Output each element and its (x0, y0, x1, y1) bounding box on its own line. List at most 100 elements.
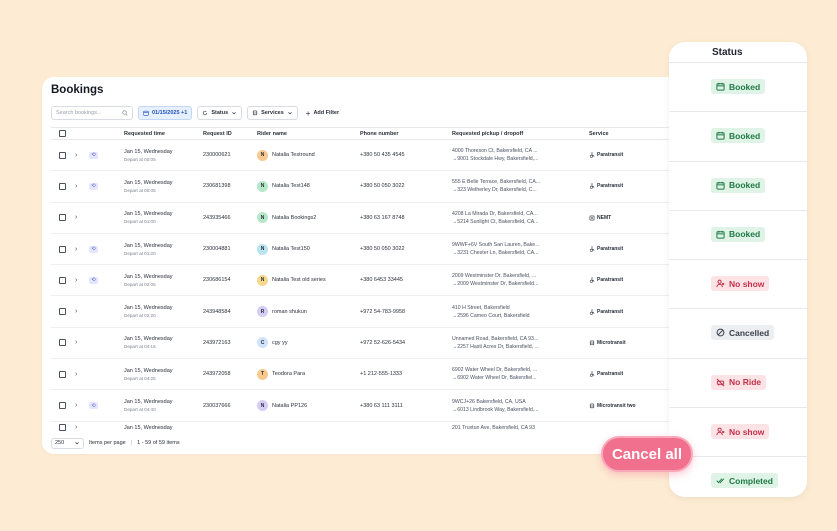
items-per-page-select[interactable]: 250 (51, 437, 84, 449)
phone-number: +972 52-626-5434 (360, 339, 406, 346)
phone-number: +380 6453 33445 (360, 277, 403, 284)
date-filter[interactable]: 01/15/2025 +1 (138, 106, 193, 120)
table-row[interactable]: › ⟲ Jan 15, Wednesday Depart at 04:40 23… (51, 390, 692, 422)
row-checkbox[interactable] (59, 276, 66, 284)
cancel-icon (716, 328, 725, 337)
search-input[interactable]: Search bookings... (51, 106, 133, 120)
recurring-icon: ⟲ (89, 276, 98, 284)
pickup-address: 410 H Street, Bakersfield (452, 304, 510, 311)
requested-date: Jan 15, Wednesday (124, 305, 173, 312)
expand-chevron-icon[interactable]: › (75, 371, 77, 378)
request-id[interactable]: 230000621 (203, 152, 231, 158)
status-badge[interactable]: No Ride (711, 374, 767, 390)
column-rider-name[interactable]: Rider name (257, 131, 287, 137)
user-x-icon (716, 279, 725, 288)
row-checkbox[interactable] (59, 182, 66, 190)
rider-name[interactable]: Teodora Para (272, 371, 305, 377)
expand-chevron-icon[interactable]: › (75, 246, 77, 253)
table-row[interactable]: › ⟲ Jan 15, Wednesday Depart at 00:05 23… (51, 140, 692, 172)
status-badge[interactable]: No show (711, 276, 770, 292)
expand-chevron-icon[interactable]: › (75, 183, 77, 190)
request-id[interactable]: 230004881 (203, 246, 231, 252)
rider-name[interactable]: Natalia Bookings2 (272, 215, 316, 221)
status-badge[interactable]: Cancelled (711, 325, 775, 341)
status-badge[interactable]: Booked (711, 128, 766, 144)
table-row[interactable]: › ⟲ Jan 15, Wednesday Depart at 02:05 23… (51, 265, 692, 297)
cancel-all-button[interactable]: Cancel all (601, 436, 693, 472)
expand-chevron-icon[interactable]: › (75, 402, 77, 409)
status-badge-label: No show (729, 426, 765, 437)
services-filter-label: Services (261, 110, 284, 116)
request-id[interactable]: 243935466 (203, 215, 231, 221)
rider-name[interactable]: Natalia Testround (272, 152, 315, 158)
dropoff-address: →2596 Cameo Court, Bakersfield (452, 312, 530, 319)
dropoff-address-text: 5214 Sunlight Ct, Bakersfield, CA... (457, 218, 539, 225)
service-name: Paratransit (597, 152, 624, 159)
pickup-address: 9WWF+6V South San Lauren, Bake... (452, 242, 540, 249)
expand-chevron-icon[interactable]: › (75, 152, 77, 159)
row-checkbox[interactable] (59, 245, 66, 253)
status-badge[interactable]: Completed (711, 473, 778, 489)
request-id[interactable]: 230037666 (203, 403, 231, 409)
expand-chevron-icon[interactable]: › (75, 214, 77, 221)
rider-name[interactable]: Natalia PP126 (272, 403, 307, 409)
row-checkbox[interactable] (59, 308, 66, 316)
column-request-id[interactable]: Request ID (203, 131, 232, 137)
rider-name[interactable]: cgy yy (272, 340, 288, 346)
select-all-checkbox[interactable] (59, 130, 66, 137)
phone-number: +380 63 167 8748 (360, 214, 405, 221)
expand-chevron-icon[interactable]: › (75, 339, 77, 346)
wheelchair-icon (589, 152, 595, 158)
row-checkbox[interactable] (59, 370, 66, 378)
services-filter[interactable]: Services (247, 106, 298, 120)
avatar: N (257, 274, 268, 286)
pickup-address: 4000 Thoreson Ct, Bakersfield, CA ... (452, 148, 538, 155)
table-row[interactable]: › ⟲ Jan 15, Wednesday Depart at 00:05 23… (51, 171, 692, 203)
add-filter-label: Add Filter (313, 110, 340, 116)
user-x-icon (716, 427, 725, 436)
table-row[interactable]: › Jan 15, Wednesday 201 Truxtun Ave, Bak… (51, 422, 692, 434)
expand-chevron-icon[interactable]: › (75, 308, 77, 315)
row-checkbox[interactable] (59, 151, 66, 159)
status-badge-label: Booked (729, 81, 761, 92)
status-badge[interactable]: Booked (711, 226, 766, 242)
toolbar: Search bookings... 01/15/2025 +1 Status … (51, 106, 339, 120)
column-requested-time[interactable]: Requested time (124, 131, 165, 137)
dropoff-address-text: 2009 Westminster Dr, Bakersfield... (457, 281, 539, 288)
expand-chevron-icon[interactable]: › (75, 277, 77, 284)
rider-name[interactable]: Natalia Test150 (272, 246, 310, 252)
column-pickup-dropoff[interactable]: Requested pickup / dropoff (452, 131, 523, 137)
table-row[interactable]: › ⟲ Jan 15, Wednesday Depart at 01:20 23… (51, 234, 692, 266)
status-filter[interactable]: Status (197, 106, 243, 120)
add-filter-button[interactable]: + Add Filter (306, 109, 339, 118)
request-id[interactable]: 230686154 (203, 277, 231, 283)
phone-number: +380 50 050 3022 (360, 246, 405, 253)
request-id[interactable]: 243972058 (203, 371, 231, 377)
row-checkbox[interactable] (59, 402, 66, 410)
depart-time: Depart at 00:05 (124, 156, 156, 162)
table-row[interactable]: › Jan 15, Wednesday Depart at 01:00 2439… (51, 203, 692, 234)
rider-name[interactable]: Natalia Test old series (272, 277, 326, 283)
rider-name[interactable]: Natalia Test148 (272, 183, 310, 189)
column-phone-number[interactable]: Phone number (360, 131, 399, 137)
status-badge[interactable]: Booked (711, 79, 766, 94)
service-name: Paratransit (597, 371, 624, 378)
status-badge[interactable]: Booked (711, 177, 766, 193)
row-checkbox[interactable] (59, 339, 66, 347)
column-service[interactable]: Service (589, 131, 609, 137)
table-row[interactable]: › Jan 15, Wednesday Depart at 04:16 2439… (51, 328, 692, 360)
table-row[interactable]: › Jan 15, Wednesday Depart at 04:25 2439… (51, 359, 692, 391)
request-id[interactable]: 243948584 (203, 309, 231, 315)
pickup-address: 4208 La Mirada Dr, Bakersfield, CA... (452, 210, 538, 217)
pickup-address: 201 Truxtun Ave, Bakersfield, CA 93 (452, 424, 535, 431)
service-name: Microtransit (597, 339, 626, 346)
row-checkbox[interactable] (59, 424, 66, 432)
expand-chevron-icon[interactable]: › (75, 424, 77, 431)
request-id[interactable]: 230681398 (203, 183, 231, 189)
rider-name[interactable]: roman shukun (272, 309, 307, 315)
request-id[interactable]: 243972163 (203, 340, 231, 346)
row-checkbox[interactable] (59, 214, 66, 222)
avatar: T (257, 368, 268, 380)
status-badge[interactable]: No show (711, 424, 770, 440)
table-row[interactable]: › Jan 15, Wednesday Depart at 02:20 2439… (51, 296, 692, 328)
